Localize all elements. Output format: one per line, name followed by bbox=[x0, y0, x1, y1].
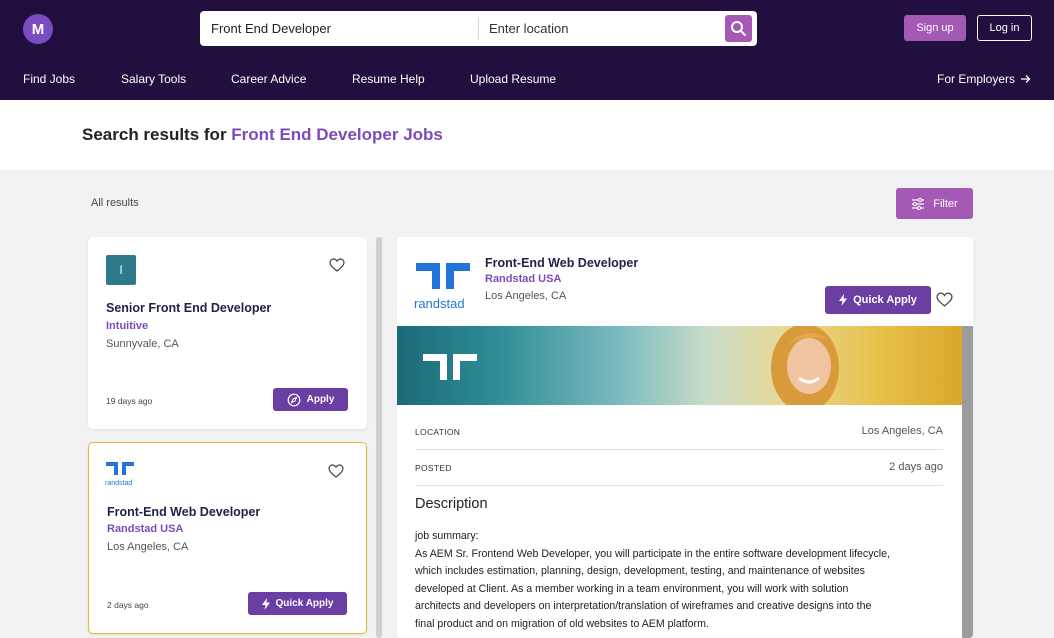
compass-icon bbox=[287, 393, 301, 406]
heart-icon[interactable] bbox=[936, 292, 953, 307]
heart-icon[interactable] bbox=[329, 258, 345, 272]
page-title: Search results for Front End Developer J… bbox=[82, 125, 443, 145]
nav-salary-tools[interactable]: Salary Tools bbox=[121, 72, 186, 86]
nav-career-advice[interactable]: Career Advice bbox=[231, 72, 306, 86]
job-card[interactable]: I Senior Front End Developer Intuitive S… bbox=[88, 237, 367, 429]
results-heading-band: Search results for Front End Developer J… bbox=[0, 100, 1054, 170]
detail-job-title: Front-End Web Developer bbox=[485, 256, 639, 270]
detail-location: Los Angeles, CA bbox=[485, 290, 567, 302]
description-heading: Description bbox=[415, 496, 488, 512]
randstad-wordmark: randstad bbox=[414, 296, 465, 311]
description-line: which includes estimation, planning, des… bbox=[415, 565, 865, 578]
company-logo: I bbox=[106, 255, 136, 285]
posted-value: 2 days ago bbox=[889, 461, 943, 473]
lightning-icon bbox=[261, 597, 270, 610]
heading-highlight: Front End Developer Jobs bbox=[231, 125, 443, 144]
randstad-wordmark: randstad bbox=[105, 480, 133, 487]
all-results-label: All results bbox=[91, 197, 139, 209]
divider bbox=[415, 449, 943, 450]
company-name: Randstad USA bbox=[107, 523, 184, 535]
search-bar: Front End Developer Enter location bbox=[200, 11, 757, 46]
detail-company[interactable]: Randstad USA bbox=[485, 273, 561, 285]
search-divider bbox=[478, 17, 479, 40]
posted-date: 19 days ago bbox=[106, 396, 153, 406]
description-body: job summary: As AEM Sr. Frontend Web Dev… bbox=[415, 528, 950, 634]
job-location: Sunnyvale, CA bbox=[106, 338, 179, 350]
quick-apply-button[interactable]: Quick Apply bbox=[248, 592, 347, 615]
apply-label: Apply bbox=[306, 394, 335, 405]
randstad-mark-icon bbox=[106, 462, 134, 475]
keyword-input[interactable]: Front End Developer bbox=[211, 11, 331, 46]
divider bbox=[415, 485, 943, 486]
search-icon bbox=[731, 21, 746, 36]
apply-button[interactable]: Apply bbox=[273, 388, 348, 411]
job-location: Los Angeles, CA bbox=[107, 541, 189, 553]
brand-logo[interactable]: M bbox=[23, 14, 53, 44]
login-button[interactable]: Log in bbox=[977, 15, 1032, 41]
quick-apply-label: Quick Apply bbox=[275, 598, 334, 609]
person-photo bbox=[771, 326, 839, 405]
randstad-logo: randstad bbox=[105, 460, 137, 487]
job-detail-panel: randstad Front-End Web Developer Randsta… bbox=[397, 237, 973, 638]
quick-apply-label: Quick Apply bbox=[853, 294, 917, 306]
description-line: job summary: bbox=[415, 530, 479, 542]
filter-label: Filter bbox=[933, 197, 958, 210]
company-banner-image bbox=[397, 326, 962, 405]
logo-letter: M bbox=[31, 20, 45, 38]
description-line: final product and on migration of old we… bbox=[415, 617, 709, 630]
search-button[interactable] bbox=[725, 15, 752, 42]
company-name: Intuitive bbox=[106, 320, 149, 332]
results-scrollbar[interactable] bbox=[376, 237, 382, 638]
arrow-right-icon bbox=[1021, 75, 1031, 83]
filter-button[interactable]: Filter bbox=[896, 188, 973, 219]
posted-label: POSTED bbox=[415, 463, 452, 473]
randstad-mark-icon bbox=[416, 263, 470, 289]
nav-find-jobs[interactable]: Find Jobs bbox=[23, 72, 75, 86]
lightning-icon bbox=[839, 294, 848, 306]
for-employers-label: For Employers bbox=[937, 72, 1016, 86]
job-title[interactable]: Senior Front End Developer bbox=[106, 301, 271, 315]
job-title[interactable]: Front-End Web Developer bbox=[107, 505, 260, 519]
randstad-logo: randstad bbox=[414, 260, 476, 311]
nav-resume-help[interactable]: Resume Help bbox=[352, 72, 425, 86]
signup-button[interactable]: Sign up bbox=[904, 15, 966, 41]
job-card-selected[interactable]: randstad Front-End Web Developer Randsta… bbox=[88, 442, 367, 634]
location-input[interactable]: Enter location bbox=[489, 11, 569, 46]
heart-icon[interactable] bbox=[328, 464, 344, 478]
posted-date: 2 days ago bbox=[107, 600, 149, 610]
description-line: architects and developers on interpretat… bbox=[415, 600, 872, 613]
heading-prefix: Search results for bbox=[82, 125, 227, 144]
location-value: Los Angeles, CA bbox=[861, 425, 943, 437]
top-navigation-bar: M Front End Developer Enter location Sig… bbox=[0, 0, 1054, 100]
sliders-icon bbox=[912, 197, 925, 210]
nav-for-employers[interactable]: For Employers bbox=[937, 72, 1031, 86]
location-label: LOCATION bbox=[415, 427, 461, 437]
randstad-mark-icon bbox=[423, 354, 477, 380]
quick-apply-button[interactable]: Quick Apply bbox=[825, 286, 931, 314]
description-line: developed at Client. As a member working… bbox=[415, 582, 849, 595]
detail-scrollbar[interactable] bbox=[962, 326, 973, 638]
description-line: As AEM Sr. Frontend Web Developer, you w… bbox=[415, 547, 890, 560]
nav-upload-resume[interactable]: Upload Resume bbox=[470, 72, 556, 86]
